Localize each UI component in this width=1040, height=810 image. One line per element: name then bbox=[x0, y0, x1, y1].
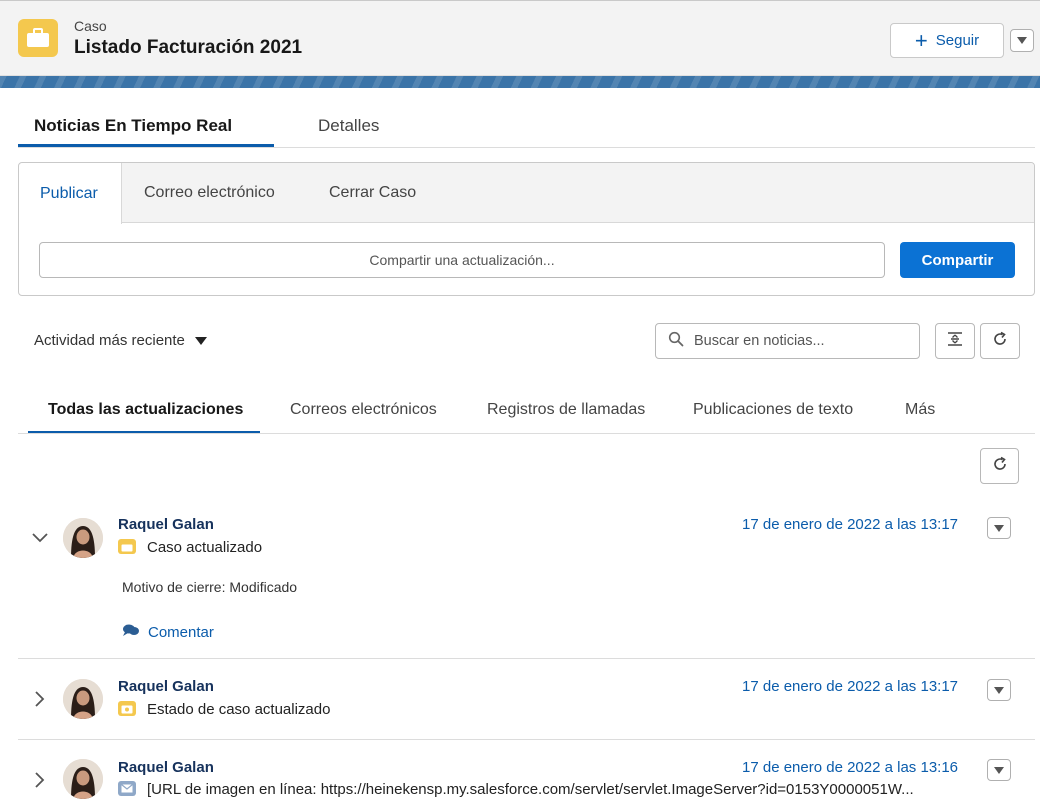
chevron-down-icon bbox=[32, 533, 48, 543]
divider bbox=[18, 739, 1035, 740]
page-title: Listado Facturación 2021 bbox=[74, 37, 303, 58]
briefcase-icon bbox=[18, 19, 58, 57]
expand-item-toggle[interactable] bbox=[30, 689, 50, 709]
case-status-icon bbox=[118, 701, 136, 716]
refresh-updates-button[interactable] bbox=[980, 448, 1019, 484]
item-actions-menu-button[interactable] bbox=[987, 679, 1011, 701]
active-tab-indicator bbox=[18, 144, 274, 147]
follow-button[interactable]: + Seguir bbox=[890, 23, 1004, 58]
filter-tab-more[interactable]: Más bbox=[905, 401, 935, 419]
author-link[interactable]: Raquel Galan bbox=[118, 759, 214, 776]
author-link[interactable]: Raquel Galan bbox=[118, 516, 214, 533]
filter-tab-text-posts[interactable]: Publicaciones de texto bbox=[693, 401, 853, 419]
item-actions-menu-button[interactable] bbox=[987, 517, 1011, 539]
changed-field: Motivo de cierre: Modificado bbox=[122, 579, 297, 595]
plus-icon: + bbox=[914, 27, 928, 53]
avatar[interactable] bbox=[63, 518, 103, 558]
feed-action-text: Caso actualizado bbox=[147, 539, 263, 556]
record-type-label: Caso bbox=[74, 18, 107, 34]
tab-details[interactable]: Detalles bbox=[318, 116, 379, 136]
chevron-down-icon bbox=[194, 336, 207, 345]
field-label: Motivo de cierre: bbox=[122, 579, 226, 595]
avatar[interactable] bbox=[63, 759, 103, 799]
active-filter-indicator bbox=[28, 431, 260, 433]
field-value: Modificado bbox=[229, 579, 298, 595]
share-button[interactable]: Compartir bbox=[900, 242, 1015, 278]
filter-tab-call-logs[interactable]: Registros de llamadas bbox=[487, 401, 645, 419]
collapse-all-button[interactable] bbox=[935, 323, 975, 359]
search-icon bbox=[668, 331, 684, 351]
item-actions-menu-button[interactable] bbox=[987, 759, 1011, 781]
sort-dropdown[interactable]: Actividad más reciente bbox=[34, 332, 207, 349]
timestamp-link[interactable]: 17 de enero de 2022 a las 13:17 bbox=[742, 516, 958, 533]
follow-label: Seguir bbox=[935, 32, 980, 49]
collapse-icon bbox=[947, 332, 963, 350]
email-icon bbox=[118, 781, 136, 796]
comment-label: Comentar bbox=[148, 623, 214, 641]
chevron-down-icon bbox=[994, 686, 1004, 694]
publisher-tab-post[interactable]: Publicar bbox=[19, 163, 122, 224]
timestamp-link[interactable]: 17 de enero de 2022 a las 13:16 bbox=[742, 759, 958, 776]
publisher: Publicar Correo electrónico Cerrar Caso … bbox=[18, 162, 1035, 296]
author-link[interactable]: Raquel Galan bbox=[118, 678, 214, 695]
header-actions-menu-button[interactable] bbox=[1010, 29, 1034, 52]
timestamp-link[interactable]: 17 de enero de 2022 a las 13:17 bbox=[742, 678, 958, 695]
expand-item-toggle[interactable] bbox=[30, 770, 50, 790]
chevron-right-icon bbox=[35, 772, 45, 788]
publisher-tabs: Publicar Correo electrónico Cerrar Caso bbox=[19, 163, 1034, 224]
header-banner bbox=[0, 76, 1040, 88]
feed-action-text: [URL de imagen en línea: https://heineke… bbox=[147, 781, 914, 798]
chevron-right-icon bbox=[35, 691, 45, 707]
avatar[interactable] bbox=[63, 679, 103, 719]
record-header: Caso Listado Facturación 2021 + Seguir bbox=[0, 0, 1040, 76]
feed-filter-tabs: Todas las actualizaciones Correos electr… bbox=[18, 392, 1035, 434]
filter-tab-emails[interactable]: Correos electrónicos bbox=[290, 401, 437, 419]
share-update-input[interactable]: Compartir una actualización... bbox=[39, 242, 885, 278]
collapse-item-toggle[interactable] bbox=[30, 528, 50, 548]
comment-icon bbox=[122, 623, 140, 641]
divider bbox=[18, 658, 1035, 659]
tab-realtime-news[interactable]: Noticias En Tiempo Real bbox=[34, 116, 232, 136]
refresh-icon bbox=[992, 456, 1008, 476]
case-icon bbox=[118, 539, 136, 554]
primary-tabs: Noticias En Tiempo Real Detalles bbox=[18, 106, 1035, 148]
feed-search-input[interactable]: Buscar en noticias... bbox=[655, 323, 920, 359]
refresh-icon bbox=[992, 331, 1008, 351]
comment-button[interactable]: Comentar bbox=[122, 623, 214, 641]
feed-action-text: Estado de caso actualizado bbox=[147, 701, 331, 718]
publisher-tab-close-case[interactable]: Cerrar Caso bbox=[329, 163, 416, 223]
publisher-tab-email[interactable]: Correo electrónico bbox=[144, 163, 275, 223]
chevron-down-icon bbox=[994, 524, 1004, 532]
search-placeholder: Buscar en noticias... bbox=[694, 333, 825, 349]
chevron-down-icon bbox=[994, 766, 1004, 774]
sort-label: Actividad más reciente bbox=[34, 332, 185, 349]
filter-tab-all-updates[interactable]: Todas las actualizaciones bbox=[48, 401, 243, 419]
chevron-down-icon bbox=[1017, 37, 1027, 44]
refresh-feed-button[interactable] bbox=[980, 323, 1020, 359]
